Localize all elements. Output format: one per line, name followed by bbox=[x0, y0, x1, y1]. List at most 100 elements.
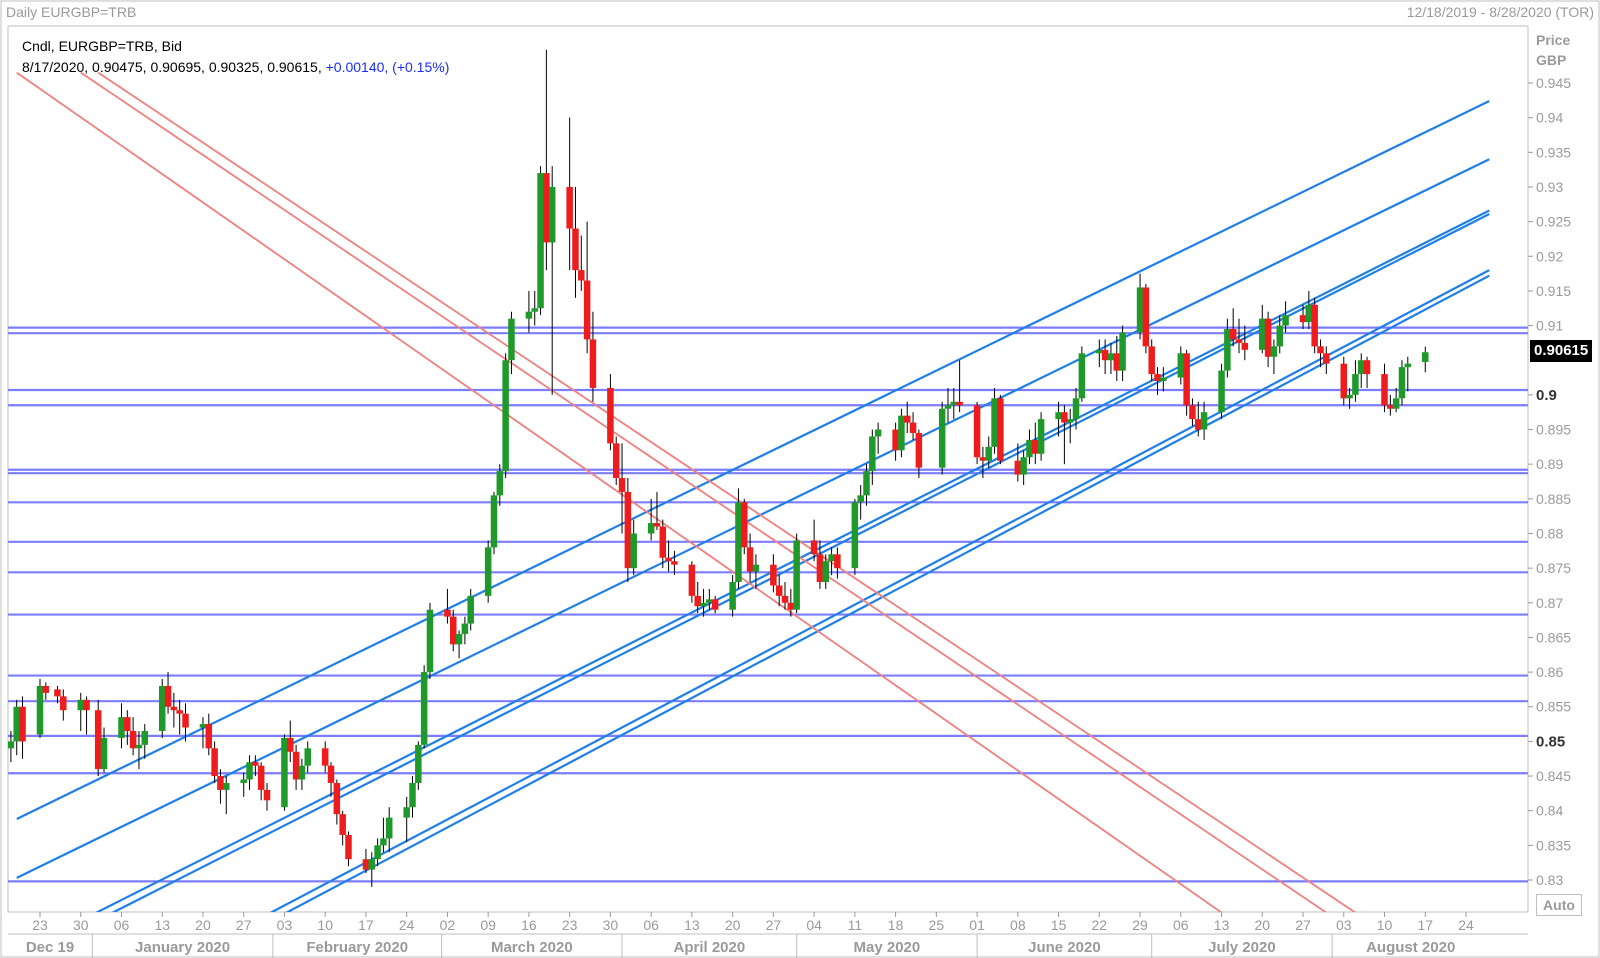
candle-2020-04-20 bbox=[729, 575, 736, 617]
candle-2020-04-22 bbox=[741, 498, 748, 555]
candle-2020-02-05 bbox=[292, 744, 300, 790]
candle-2020-08-12 bbox=[1392, 387, 1400, 413]
candle-body bbox=[13, 706, 20, 742]
candle-body bbox=[263, 789, 271, 801]
candle-2020-06-30 bbox=[1142, 283, 1150, 354]
price-tick-label: 0.91 bbox=[1536, 318, 1563, 334]
candle-body bbox=[385, 817, 393, 839]
candle-body bbox=[583, 280, 591, 340]
candle-2020-03-05 bbox=[461, 616, 469, 645]
price-tick-label: 0.875 bbox=[1536, 560, 1571, 576]
price-tick-label: 0.865 bbox=[1536, 629, 1571, 645]
legend-ohlc-values: 8/17/2020, 0.90475, 0.90695, 0.90325, 0.… bbox=[22, 59, 322, 75]
candle-2020-07-20 bbox=[1259, 304, 1266, 354]
candle-body bbox=[426, 609, 434, 673]
price-tick-label: 0.9 bbox=[1536, 387, 1557, 404]
candle-body bbox=[461, 623, 469, 634]
candle-body bbox=[997, 398, 1004, 461]
candle-body bbox=[1229, 329, 1237, 340]
candle-body bbox=[170, 706, 178, 711]
candle-body bbox=[700, 602, 707, 607]
time-tick-label: 18 bbox=[888, 917, 904, 933]
candle-body bbox=[1398, 367, 1406, 399]
candle-2020-06-11 bbox=[1032, 422, 1039, 465]
time-tick-label: 24 bbox=[1458, 917, 1474, 933]
candle-2020-03-19 bbox=[543, 49, 550, 271]
candle-body bbox=[252, 762, 259, 766]
candle-2020-02-28 bbox=[426, 602, 434, 680]
candle-body bbox=[141, 730, 149, 745]
candle-2020-03-30 bbox=[607, 374, 614, 451]
candle-body bbox=[624, 491, 632, 569]
candle-body bbox=[694, 595, 701, 607]
candle-2020-03-03 bbox=[449, 609, 457, 652]
candle-2020-01-15 bbox=[170, 692, 178, 728]
candle-2020-01-13 bbox=[158, 679, 166, 738]
candle-body bbox=[1305, 304, 1313, 323]
candle-body bbox=[205, 724, 213, 749]
time-tick-label: 15 bbox=[1051, 917, 1067, 933]
candle-body bbox=[834, 554, 841, 569]
candle-2020-04-01 bbox=[618, 443, 626, 534]
candle-body bbox=[991, 398, 998, 447]
candle-body bbox=[83, 699, 90, 711]
month-label: February 2020 bbox=[306, 939, 408, 956]
candle-2020-04-09 bbox=[665, 540, 672, 572]
time-tick-label: 13 bbox=[154, 917, 170, 933]
candle-body bbox=[1096, 349, 1103, 354]
candle-2020-03-06 bbox=[467, 588, 474, 631]
candle-body bbox=[711, 599, 719, 610]
candle-body bbox=[339, 814, 346, 835]
candle-body bbox=[1404, 363, 1412, 368]
candle-2020-05-28 bbox=[950, 387, 958, 420]
candle-body bbox=[688, 564, 696, 596]
candle-2020-02-26 bbox=[415, 741, 422, 790]
time-tick-label: 20 bbox=[195, 917, 211, 933]
candle-body bbox=[415, 744, 422, 783]
candle-2020-01-08 bbox=[129, 717, 137, 756]
candle-body bbox=[1020, 457, 1027, 475]
candle-2020-03-31 bbox=[612, 436, 620, 485]
time-tick-label: 06 bbox=[1173, 917, 1189, 933]
auto-scale-button[interactable]: Auto bbox=[1536, 894, 1582, 916]
candle-body bbox=[979, 457, 987, 461]
candle-2020-01-22 bbox=[211, 741, 218, 783]
candle-2020-07-31 bbox=[1323, 346, 1330, 375]
time-tick-label: 06 bbox=[114, 917, 130, 933]
candle-2020-05-11 bbox=[851, 498, 859, 576]
candle-body bbox=[1363, 360, 1371, 375]
candle-2020-02-20 bbox=[380, 817, 387, 853]
candle-body bbox=[1218, 370, 1225, 413]
legend-change: +0.00140, (+0.15%) bbox=[325, 59, 450, 75]
candle-2020-06-29 bbox=[1136, 273, 1144, 340]
legend-series: Cndl, EURGBP=TRB, Bid bbox=[22, 38, 182, 54]
candle-2020-04-16 bbox=[706, 588, 713, 610]
price-tick-label: 0.84 bbox=[1536, 803, 1563, 819]
candle-body bbox=[1107, 353, 1115, 361]
candle-body bbox=[851, 502, 859, 569]
candle-2019-12-24 bbox=[42, 682, 50, 700]
price-tick-label: 0.835 bbox=[1536, 837, 1571, 853]
candle-2020-03-20 bbox=[548, 166, 556, 395]
time-tick-label: 17 bbox=[358, 917, 374, 933]
price-axis-title-line1: Price bbox=[1536, 32, 1571, 48]
time-tick-label: 10 bbox=[1377, 917, 1393, 933]
candle-body bbox=[1101, 349, 1109, 361]
candle-body bbox=[607, 387, 614, 444]
candle-body bbox=[630, 533, 637, 569]
candle-body bbox=[915, 432, 923, 468]
candle-body bbox=[956, 401, 963, 406]
candle-body bbox=[77, 699, 84, 711]
candle-2020-02-21 bbox=[385, 807, 393, 853]
candle-body bbox=[892, 429, 899, 451]
candle-body bbox=[938, 408, 946, 468]
candle-body bbox=[612, 443, 620, 479]
candle-2020-01-07 bbox=[124, 710, 131, 745]
candle-2020-03-12 bbox=[502, 353, 509, 479]
candle-2020-04-13 bbox=[688, 561, 696, 603]
time-tick-label: 08 bbox=[1010, 917, 1026, 933]
candlestick-chart[interactable]: 0.9450.940.9350.930.9250.920.9150.910.90… bbox=[0, 0, 1600, 958]
candle-body bbox=[1037, 419, 1045, 454]
candle-body bbox=[1200, 412, 1208, 430]
uptrend-line-1 bbox=[16, 158, 1490, 879]
